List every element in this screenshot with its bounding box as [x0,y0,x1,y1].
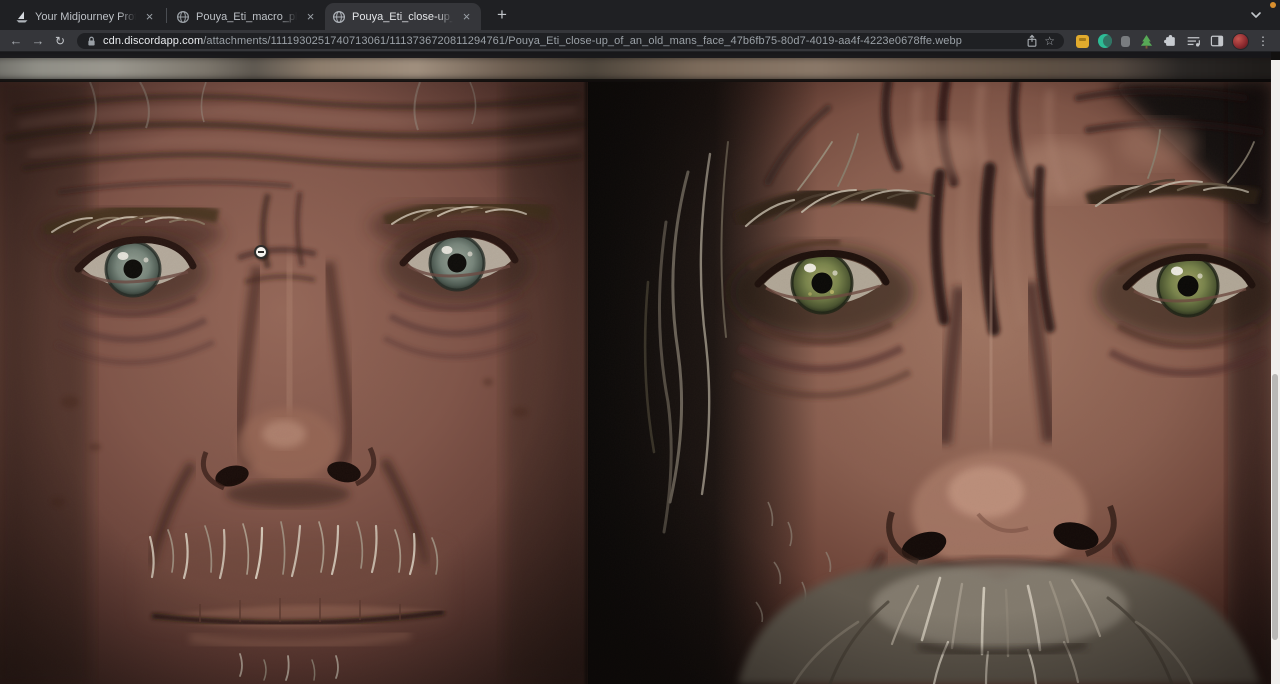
tab-separator [166,8,167,23]
portrait-right-old-man[interactable] [588,82,1271,684]
address-bar[interactable]: cdn.discordapp.com/attachments/111193025… [77,33,1064,49]
portrait-left-old-man[interactable] [0,82,588,684]
playlist-icon[interactable] [1186,35,1201,48]
midjourney-sailboat-icon [15,10,29,24]
forward-button[interactable]: → [28,32,48,50]
browser-menu-icon[interactable]: ⋮ [1257,32,1269,50]
blurred-image-strip [0,56,1271,80]
url-path: /attachments/1111930251740713061/1113736… [203,35,962,47]
new-tab-button[interactable]: + [489,2,515,28]
green-tree-extension-icon[interactable] [1139,34,1154,49]
globe-icon [332,10,346,24]
reload-button[interactable]: ↻ [50,32,70,50]
puzzle-extensions-icon[interactable] [1163,34,1177,48]
tab-macro-photo[interactable]: Pouya_Eti_macro_photo_of_a × [169,3,325,30]
url-text: cdn.discordapp.com/attachments/111193025… [103,35,962,47]
close-icon[interactable]: × [303,9,318,24]
panel-seam [583,82,590,684]
side-panel-icon[interactable] [1210,35,1224,47]
globe-icon [176,10,190,24]
tab-title: Pouya_Eti_macro_photo_of_a [196,10,297,24]
status-dot [1270,2,1276,8]
upper-grid-sliver [0,52,1271,82]
profile-avatar[interactable] [1233,34,1248,49]
share-icon[interactable] [1026,34,1038,48]
close-icon[interactable]: × [459,9,474,24]
padlock-icon[interactable] [86,35,97,47]
tab-title: Pouya_Eti_close-up_of_an_ol [352,10,453,24]
gray-mini-extension-icon[interactable] [1121,36,1130,47]
browser-toolbar: ← → ↻ cdn.discordapp.com/attachments/111… [0,30,1280,52]
url-domain: cdn.discordapp.com [103,35,203,47]
tab-strip: Your Midjourney Profile × Pouya_Eti_macr… [0,0,1280,30]
image-viewer[interactable] [0,52,1280,684]
band-top-shadow [0,52,1271,58]
teal-moon-extension-icon[interactable] [1098,34,1112,48]
tab-close-up-active[interactable]: Pouya_Eti_close-up_of_an_ol × [325,3,481,30]
tab-title: Your Midjourney Profile [35,10,136,24]
tab-search-chevron-icon[interactable] [1248,7,1264,23]
tab-midjourney-profile[interactable]: Your Midjourney Profile × [8,3,164,30]
back-button[interactable]: ← [6,32,26,50]
zoom-out-cursor [254,245,268,259]
close-icon[interactable]: × [142,9,157,24]
scrollbar[interactable] [1271,60,1280,684]
yellow-grid-extension-icon[interactable] [1076,35,1089,48]
scrollbar-thumb[interactable] [1272,374,1278,640]
extensions-row: ⋮ [1071,32,1274,50]
bookmark-star-icon[interactable]: ☆ [1044,33,1055,49]
